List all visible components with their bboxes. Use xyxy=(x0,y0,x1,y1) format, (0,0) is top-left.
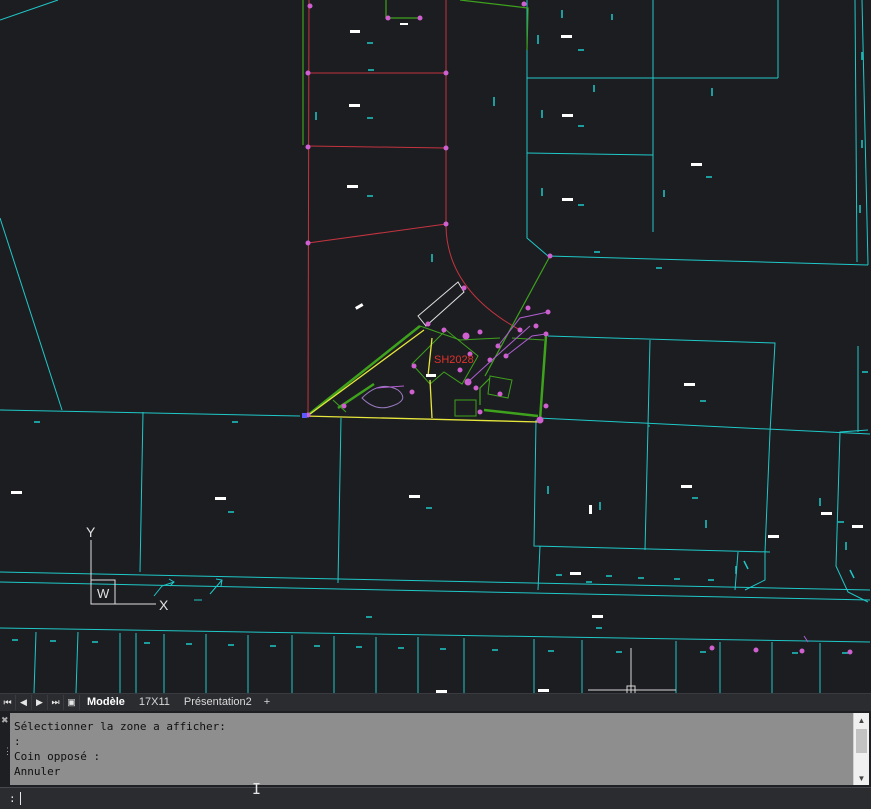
ibeam-cursor-icon: I xyxy=(252,780,262,798)
command-prompt: : xyxy=(9,792,16,805)
parcel-label: SH2028 xyxy=(434,354,474,366)
next-tab-icon[interactable]: ▶ xyxy=(32,695,48,710)
command-history: Sélectionner la zone a afficher: : Coin … xyxy=(10,713,853,785)
layout-tab-bar: ⏮ ◀ ▶ ⏭ ▣ Modèle 17X11 Présentation2 + xyxy=(0,693,871,711)
history-line: Coin opposé : xyxy=(14,750,101,763)
ucs-world-marker: W xyxy=(97,586,110,601)
prev-tab-icon[interactable]: ◀ xyxy=(16,695,32,710)
ucs-x-label: X xyxy=(159,597,169,613)
drawing-svg[interactable]: SH2028 Y X W xyxy=(0,0,871,693)
history-line: Annuler xyxy=(14,765,61,778)
tab-presentation2[interactable]: Présentation2 xyxy=(177,694,259,711)
tab-17x11[interactable]: 17X11 xyxy=(132,694,177,711)
crosshair-cursor xyxy=(588,648,676,693)
history-line: Sélectionner la zone a afficher: xyxy=(14,720,226,733)
command-line[interactable]: : xyxy=(0,787,871,809)
tab-model[interactable]: Modèle xyxy=(80,694,132,711)
tab-list-icon[interactable]: ▣ xyxy=(64,695,80,710)
add-layout-button[interactable]: + xyxy=(259,694,275,711)
command-history-scrollbar[interactable]: ▲ ▼ xyxy=(853,713,869,785)
white-rect xyxy=(417,281,465,327)
scroll-up-icon[interactable]: ▲ xyxy=(854,713,869,727)
parcel-lines xyxy=(0,0,871,693)
command-input[interactable] xyxy=(20,791,825,806)
red-lines xyxy=(307,0,521,416)
last-tab-icon[interactable]: ⏭ xyxy=(48,695,64,710)
close-icon[interactable]: ✖ xyxy=(1,715,9,726)
survey-points xyxy=(305,1,853,655)
green-lines xyxy=(302,0,551,405)
selected-point xyxy=(302,413,307,418)
command-panel-grip[interactable]: ✖ ⋮ xyxy=(0,713,12,785)
history-line: : xyxy=(14,735,21,748)
command-panel: ✖ ⋮ Sélectionner la zone a afficher: : C… xyxy=(0,711,871,787)
first-tab-icon[interactable]: ⏮ xyxy=(0,695,16,710)
scroll-thumb[interactable] xyxy=(856,729,867,753)
ucs-y-label: Y xyxy=(86,524,96,540)
scroll-down-icon[interactable]: ▼ xyxy=(854,771,869,785)
drawing-canvas[interactable]: SH2028 Y X W xyxy=(0,0,871,693)
